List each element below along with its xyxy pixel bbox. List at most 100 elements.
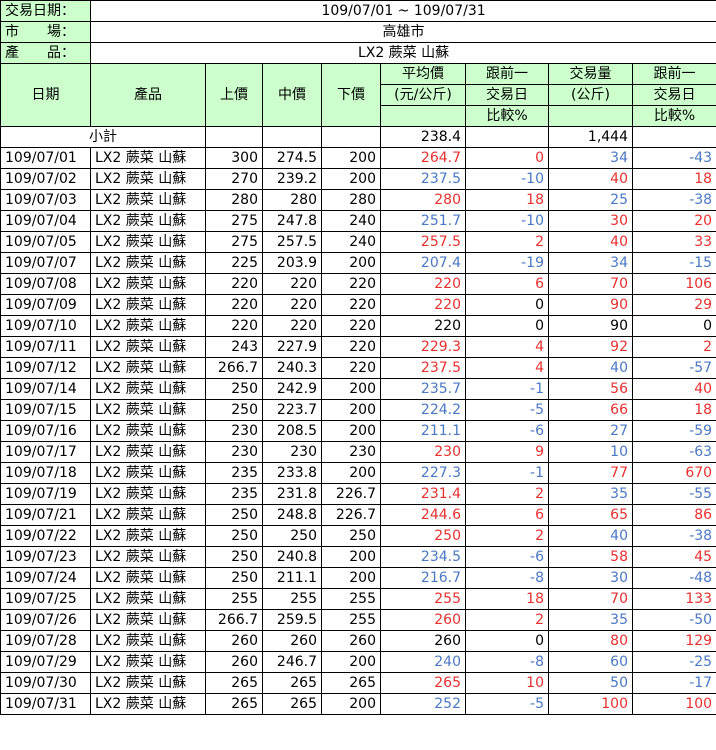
cell-avg: 235.7 [380, 378, 466, 400]
cell-cmp2: -59 [631, 420, 716, 442]
header-vol-line3 [548, 105, 633, 127]
cell-cmp1: 6 [465, 504, 549, 526]
cell-cmp2: -17 [631, 672, 716, 694]
cell-mid: 208.5 [262, 420, 322, 442]
cell-product: LX2 蕨菜 山蘇 [90, 147, 206, 169]
cell-vol: 56 [548, 378, 633, 400]
cell-date: 109/07/11 [0, 336, 91, 358]
cell-low: 220 [321, 357, 381, 379]
cell-avg: 264.7 [380, 147, 466, 169]
header-cmp1-line3: 比較% [465, 105, 549, 127]
cell-vol: 34 [548, 147, 633, 169]
cell-avg: 224.2 [380, 399, 466, 421]
subtotal-high [205, 126, 263, 148]
cell-avg: 250 [380, 525, 466, 547]
cell-vol: 35 [548, 483, 633, 505]
cell-high: 220 [205, 294, 263, 316]
cell-mid: 260 [262, 630, 322, 652]
date-range-value: 109/07/01 ~ 109/07/31 [89, 0, 716, 22]
cell-vol: 90 [548, 294, 633, 316]
cell-cmp1: 18 [465, 189, 549, 211]
cell-mid: 203.9 [262, 252, 322, 274]
cell-high: 220 [205, 273, 263, 295]
price-table: 交易日期： 109/07/01 ~ 109/07/31 市 場： 高雄市 產 品… [0, 0, 716, 715]
table-row: 109/07/03 LX2 蕨菜 山蘇 280 280 280 280 18 25 -38 [0, 189, 716, 211]
cell-low: 250 [321, 525, 381, 547]
cell-cmp1: -5 [465, 399, 549, 421]
cell-high: 260 [205, 630, 263, 652]
cell-cmp1: 4 [465, 357, 549, 379]
table-row: 109/07/09 LX2 蕨菜 山蘇 220 220 220 220 0 90 29 [0, 294, 716, 316]
cell-cmp2: 670 [631, 462, 716, 484]
cell-mid: 259.5 [262, 609, 322, 631]
cell-cmp2: -38 [631, 189, 716, 211]
cell-cmp2: -50 [631, 609, 716, 631]
cell-vol: 35 [548, 609, 633, 631]
table-row: 109/07/16 LX2 蕨菜 山蘇 230 208.5 200 211.1 -6 27 -5… [0, 420, 716, 442]
cell-vol: 30 [548, 567, 633, 589]
cell-date: 109/07/07 [0, 252, 91, 274]
cell-cmp2: -25 [631, 651, 716, 673]
cell-cmp1: 0 [465, 147, 549, 169]
product-label: 產 品： [0, 42, 91, 64]
cell-date: 109/07/12 [0, 357, 91, 379]
cell-vol: 100 [548, 693, 633, 715]
cell-high: 275 [205, 210, 263, 232]
cell-low: 240 [321, 210, 381, 232]
cell-date: 109/07/16 [0, 420, 91, 442]
cell-date: 109/07/28 [0, 630, 91, 652]
subtotal-cmp1 [465, 126, 549, 148]
cell-low: 200 [321, 420, 381, 442]
cell-low: 220 [321, 336, 381, 358]
cell-product: LX2 蕨菜 山蘇 [90, 588, 206, 610]
cell-mid: 231.8 [262, 483, 322, 505]
cell-mid: 265 [262, 693, 322, 715]
cell-product: LX2 蕨菜 山蘇 [90, 294, 206, 316]
cell-date: 109/07/09 [0, 294, 91, 316]
cell-cmp1: -19 [465, 252, 549, 274]
cell-cmp2: 100 [631, 693, 716, 715]
cell-product: LX2 蕨菜 山蘇 [90, 336, 206, 358]
cell-cmp2: -15 [631, 252, 716, 274]
cell-cmp2: 86 [631, 504, 716, 526]
cell-cmp2: 20 [631, 210, 716, 232]
cell-date: 109/07/10 [0, 315, 91, 337]
header-vol-line2: (公斤) [548, 84, 633, 106]
cell-high: 250 [205, 504, 263, 526]
cell-vol: 60 [548, 651, 633, 673]
cell-date: 109/07/03 [0, 189, 91, 211]
cell-mid: 220 [262, 294, 322, 316]
cell-vol: 65 [548, 504, 633, 526]
table-row: 109/07/21 LX2 蕨菜 山蘇 250 248.8 226.7 244.6 6 65 8… [0, 504, 716, 526]
header-avg-line2: (元/公斤) [380, 84, 466, 106]
cell-high: 250 [205, 399, 263, 421]
cell-low: 200 [321, 399, 381, 421]
cell-high: 243 [205, 336, 263, 358]
table-row: 109/07/08 LX2 蕨菜 山蘇 220 220 220 220 6 70 106 [0, 273, 716, 295]
cell-avg: 260 [380, 630, 466, 652]
cell-low: 260 [321, 630, 381, 652]
table-row: 109/07/11 LX2 蕨菜 山蘇 243 227.9 220 229.3 4 92 2 [0, 336, 716, 358]
cell-product: LX2 蕨菜 山蘇 [90, 420, 206, 442]
cell-low: 220 [321, 273, 381, 295]
cell-product: LX2 蕨菜 山蘇 [90, 525, 206, 547]
cell-vol: 90 [548, 315, 633, 337]
cell-cmp2: 40 [631, 378, 716, 400]
cell-low: 265 [321, 672, 381, 694]
cell-vol: 30 [548, 210, 633, 232]
cell-mid: 250 [262, 525, 322, 547]
cell-date: 109/07/02 [0, 168, 91, 190]
header-avg-line3 [380, 105, 466, 127]
table-row: 109/07/17 LX2 蕨菜 山蘇 230 230 230 230 9 10 -63 [0, 441, 716, 463]
cell-cmp2: 18 [631, 168, 716, 190]
cell-cmp1: 0 [465, 630, 549, 652]
cell-vol: 40 [548, 231, 633, 253]
cell-avg: 220 [380, 294, 466, 316]
cell-low: 200 [321, 651, 381, 673]
cell-product: LX2 蕨菜 山蘇 [90, 252, 206, 274]
cell-mid: 223.7 [262, 399, 322, 421]
cell-avg: 265 [380, 672, 466, 694]
cell-low: 240 [321, 231, 381, 253]
cell-cmp1: 0 [465, 315, 549, 337]
cell-product: LX2 蕨菜 山蘇 [90, 399, 206, 421]
